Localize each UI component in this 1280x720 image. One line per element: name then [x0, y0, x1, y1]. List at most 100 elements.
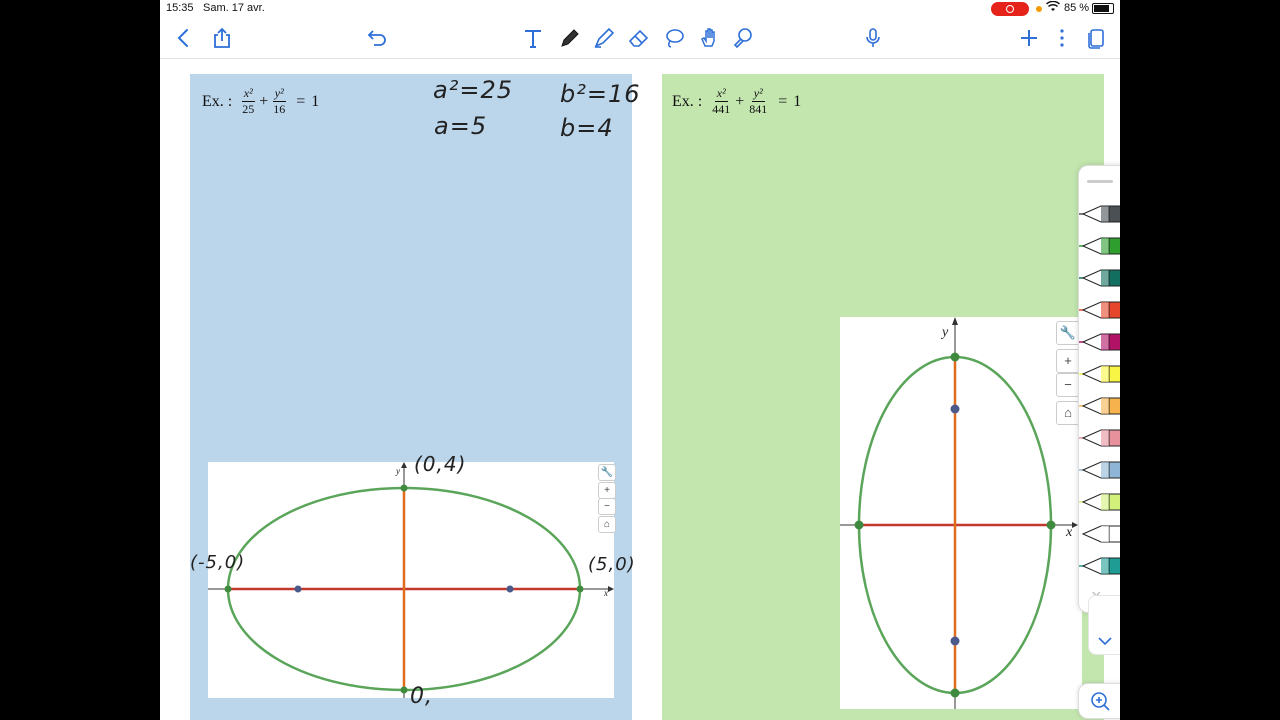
pen-color-9-icon[interactable] — [1079, 459, 1120, 481]
home-icon[interactable]: ⌂ — [598, 516, 616, 533]
share-icon[interactable] — [208, 24, 236, 52]
numerator-y: y² — [272, 86, 286, 102]
note-a-squared: a²=25 — [433, 76, 513, 104]
plus-sign-right: + — [735, 92, 745, 110]
fraction-y-right: y² 841 — [747, 86, 769, 117]
page-scroll-tab[interactable] — [1088, 595, 1120, 655]
fraction-x: x² 25 — [240, 86, 256, 117]
rhs-value: 1 — [311, 92, 320, 110]
label-bottom-vertex: 0, — [410, 684, 433, 709]
zoom-out-button-right[interactable]: − — [1056, 373, 1080, 397]
screen-recording-indicator[interactable] — [991, 2, 1029, 16]
shapes-tool-icon[interactable] — [729, 24, 757, 52]
x-axis-label: x — [604, 588, 608, 598]
undo-icon[interactable] — [363, 24, 391, 52]
eraser-icon[interactable] — [625, 24, 653, 52]
label-top-vertex: (0,4) — [414, 452, 467, 476]
eq-prefix-right: Ex. : — [672, 92, 703, 110]
co-vertex-left[interactable] — [854, 520, 864, 530]
focus-right[interactable] — [506, 585, 514, 593]
label-right-vertex: (5,0) — [588, 554, 636, 575]
lasso-icon[interactable] — [660, 24, 688, 52]
co-vertex-right[interactable] — [1046, 520, 1056, 530]
ipad-screen: 15:35 Sam. 17 avr. 85 % Ex.: x² 25 + y²… — [160, 0, 1120, 720]
zoom-in-button[interactable]: + — [598, 482, 616, 499]
pen-color-6-icon[interactable] — [1079, 363, 1120, 385]
focus-bottom[interactable] — [950, 636, 960, 646]
x-axis-arrow — [608, 586, 614, 592]
co-vertex-top[interactable] — [400, 484, 408, 492]
note-b: b=4 — [560, 114, 614, 142]
focus-top[interactable] — [950, 404, 960, 414]
denominator-x-right: 441 — [712, 102, 731, 116]
equation-left: Ex. : x² 25 + y² 16 = 1 — [202, 86, 319, 117]
numerator-x-right: x² — [714, 86, 728, 102]
more-icon[interactable] — [1048, 24, 1076, 52]
pages-icon[interactable] — [1082, 24, 1110, 52]
vertex-top[interactable] — [950, 352, 960, 362]
eq-prefix: Ex. : — [202, 92, 233, 110]
ellipse-graph-right[interactable]: y x 🔧 + − ⌂ — [840, 317, 1082, 709]
pen-color-5-icon[interactable] — [1079, 331, 1120, 353]
rhs-value-right: 1 — [793, 92, 802, 110]
co-vertex-bottom[interactable] — [400, 686, 408, 694]
notebook-page-right[interactable]: Ex. : x² 441 + y² 841 = 1 y x 🔧 + − ⌂ — [662, 74, 1104, 720]
pen-color-12-icon[interactable] — [1079, 555, 1120, 577]
denominator-x: 25 — [242, 102, 255, 116]
status-bar: 15:35 Sam. 17 avr. 85 % — [160, 0, 1120, 18]
numerator-y-right: y² — [751, 86, 765, 102]
denominator-y-right: 841 — [749, 102, 768, 116]
add-icon[interactable] — [1015, 24, 1043, 52]
y-axis-arrow — [401, 462, 407, 468]
pen-palette: × — [1078, 165, 1120, 613]
palette-drag-handle[interactable] — [1087, 180, 1113, 183]
pen-color-7-icon[interactable] — [1079, 395, 1120, 417]
numerator-x: x² — [241, 86, 255, 102]
microphone-icon[interactable] — [859, 24, 887, 52]
mic-in-use-dot — [1036, 6, 1042, 12]
graph-settings-icon-right[interactable]: 🔧 — [1056, 321, 1080, 345]
pen-tool-icon[interactable] — [556, 24, 584, 52]
vertex-bottom[interactable] — [950, 688, 960, 698]
focus-left[interactable] — [294, 585, 302, 593]
pen-color-2-icon[interactable] — [1079, 235, 1120, 257]
equals-sign-right: = — [778, 92, 788, 110]
denominator-y: 16 — [273, 102, 286, 116]
y-axis-label: y — [396, 466, 400, 476]
x-axis-label-right: x — [1066, 525, 1073, 540]
plus-sign: + — [259, 92, 269, 110]
equals-sign: = — [296, 92, 306, 110]
pen-color-3-icon[interactable] — [1079, 267, 1120, 289]
label-left-vertex: (-5,0) — [190, 552, 246, 573]
back-icon[interactable] — [170, 24, 198, 52]
highlighter-icon[interactable] — [590, 24, 618, 52]
pen-color-11-icon[interactable] — [1079, 523, 1120, 545]
ellipse-graph-left[interactable]: y x 🔧 + − ⌂ — [208, 462, 616, 698]
graph-settings-icon[interactable]: 🔧 — [598, 464, 616, 481]
graph-canvas-right — [840, 317, 1078, 709]
equation-right: Ex. : x² 441 + y² 841 = 1 — [672, 86, 801, 117]
status-date: Sam. 17 avr. — [203, 2, 265, 14]
app-toolbar — [160, 18, 1120, 59]
home-icon-right[interactable]: ⌂ — [1056, 401, 1080, 425]
notebook-page-left[interactable]: Ex. : x² 25 + y² 16 = 1 a²=25 a=5 b²=16 b=… — [190, 74, 640, 720]
fraction-x-right: x² 441 — [710, 86, 732, 117]
note-b-squared: b²=16 — [560, 80, 641, 108]
pen-color-4-icon[interactable] — [1079, 299, 1120, 321]
y-axis-label-right: y — [942, 325, 949, 340]
status-time: 15:35 — [166, 2, 194, 14]
hand-tool-icon[interactable] — [695, 24, 723, 52]
wifi-icon — [1045, 0, 1061, 15]
zoom-out-button[interactable]: − — [598, 498, 616, 515]
pen-color-1-icon[interactable] — [1079, 203, 1120, 225]
vertex-right[interactable] — [576, 585, 584, 593]
zoom-in-button-right[interactable]: + — [1056, 349, 1080, 373]
battery-percent: 85 % — [1064, 2, 1090, 14]
zoom-window-button[interactable] — [1078, 683, 1120, 719]
fraction-y: y² 16 — [271, 86, 287, 117]
vertex-left[interactable] — [224, 585, 232, 593]
pen-color-10-icon[interactable] — [1079, 491, 1120, 513]
text-tool-icon[interactable] — [519, 24, 547, 52]
y-axis-arrow-right — [952, 317, 958, 325]
pen-color-8-icon[interactable] — [1079, 427, 1120, 449]
